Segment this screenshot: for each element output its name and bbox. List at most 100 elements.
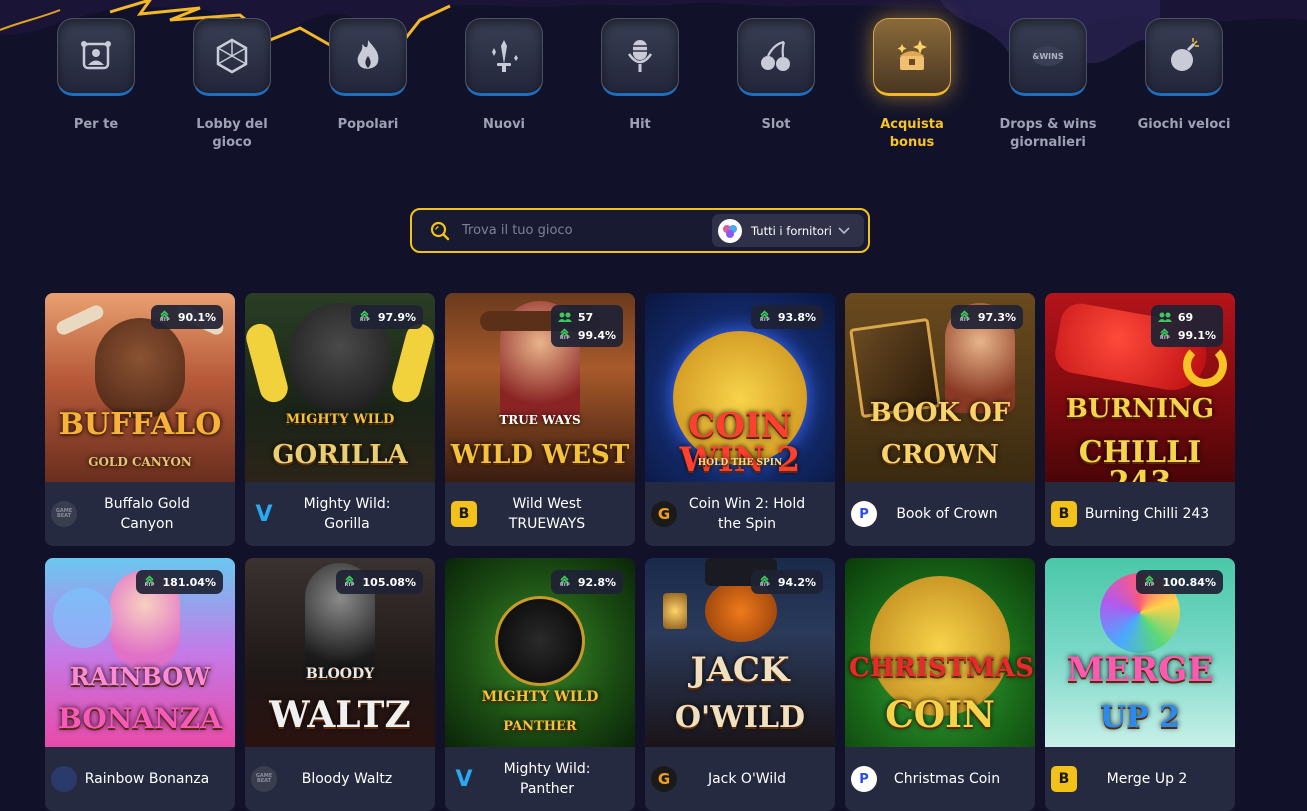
category-tile (329, 18, 407, 96)
game-card[interactable]: JACK O'WILD RTP 94.2% G Jack O'Wild (645, 558, 835, 811)
rtp-small-label: RTP (160, 318, 170, 324)
game-card[interactable]: COIN WIN 2 HOLD THE SPIN RTP 93.8% G Coin Win… (645, 293, 835, 546)
game-artwork: BOOK OF CROWN RTP 97.3% (845, 293, 1035, 482)
artwork-title-bottom: GOLD CANYON (88, 455, 192, 469)
players-icon (1157, 309, 1172, 325)
rtp-arrow-icon: RTP (158, 309, 172, 325)
artwork-title-bottom: WILD WEST (450, 440, 630, 470)
game-info: G Coin Win 2: Hold the Spin (645, 482, 835, 546)
game-info: P Christmas Coin (845, 747, 1035, 811)
category-popolari[interactable]: Popolari (300, 18, 436, 134)
category-acquista-bonus[interactable]: Acquista bonus (844, 18, 980, 152)
category-label: Nuovi (483, 117, 525, 132)
rtp-small-label: RTP (1144, 583, 1155, 589)
rtp-badge: RTP 92.8% (550, 570, 623, 594)
category-label: Slot (761, 117, 791, 132)
rtp-value: 97.3% (977, 310, 1016, 324)
provider-filter-dropdown[interactable]: Tutti i fornitori (712, 214, 864, 247)
rtp-small-label: RTP (1160, 336, 1170, 342)
rtp-arrow-icon: RTP (958, 309, 972, 325)
game-card[interactable]: CHRISTMAS COIN P Christmas Coin (845, 558, 1035, 811)
search-bar: Tutti i fornitori (410, 208, 870, 253)
category-drops-wins-giornalieri[interactable]: &WINS Drops & wins giornalieri (980, 18, 1116, 152)
rtp-small-label: RTP (960, 318, 970, 324)
game-artwork: BLOODY WALTZ RTP 105.08% (245, 558, 435, 747)
category-hit[interactable]: Hit (572, 18, 708, 134)
game-card[interactable]: MIGHTY WILD PANTHER RTP 92.8% V Mighty Wild: … (445, 558, 635, 811)
sparkle-sword-icon (492, 40, 518, 72)
rtp-value: 92.8% (577, 575, 616, 589)
category-giochi-veloci[interactable]: Giochi veloci (1116, 18, 1252, 134)
game-artwork: COIN WIN 2 HOLD THE SPIN RTP 93.8% (645, 293, 835, 482)
user-grid-icon (81, 41, 111, 70)
artwork-title-bottom: PANTHER (503, 719, 577, 734)
game-card[interactable]: TRUE WAYS WILD WEST 57 RTP 99.4% B Wild West T… (445, 293, 635, 546)
artwork-title-bottom: GORILLA (272, 440, 408, 470)
game-artwork: BUFFALO GOLD CANYON RTP 90.1% (45, 293, 235, 482)
dice-icon (216, 38, 248, 74)
rtp-small-label: RTP (144, 583, 155, 589)
category-bar: Per te Lobby del gioco Popolari Nuovi Hit Slo… (0, 18, 1307, 178)
game-info: GAME BEAT Bloody Waltz (245, 747, 435, 811)
rtp-small-label: RTP (560, 336, 570, 342)
rtp-arrow-icon: RTP (343, 574, 357, 590)
category-lobby-del-gioco[interactable]: Lobby del gioco (164, 18, 300, 152)
artwork-title-top: BLOODY (305, 666, 375, 682)
artwork-title-bottom: COIN (885, 694, 995, 736)
game-card[interactable]: BURNING CHILLI 243 69 RTP 99.1% BBurning Chil… (1045, 293, 1235, 546)
category-slot[interactable]: Slot (708, 18, 844, 134)
rtp-value: 99.4% (577, 328, 616, 342)
game-card[interactable]: BOOK OF CROWN RTP 97.3% P Book of Crown (845, 293, 1035, 546)
rtp-badge: 69 RTP 99.1% (1150, 305, 1223, 347)
artwork-title-bottom: BONANZA (58, 702, 222, 735)
artwork-title-bottom: CHILLI 243 (1078, 435, 1202, 483)
rtp-badge: RTP 90.1% (150, 305, 223, 329)
rtp-value: 90.1% (177, 310, 216, 324)
category-nuovi[interactable]: Nuovi (436, 18, 572, 134)
rtp-value: 181.04% (162, 575, 216, 589)
category-label: Drops & wins giornalieri (999, 117, 1097, 150)
drops-wins-icon: &WINS (1032, 46, 1064, 66)
rtp-small-label: RTP (344, 583, 355, 589)
game-info: Rainbow Bonanza (45, 747, 235, 811)
gamebeat-logo-text: GAME BEAT (255, 772, 273, 784)
rtp-value: 99.1% (1177, 328, 1216, 342)
artwork-title-bottom: O'WILD (674, 700, 806, 735)
artwork-title-bottom: WALTZ (269, 694, 411, 736)
game-card[interactable]: MIGHTY WILD GORILLA RTP 97.9% V Mighty Wild: … (245, 293, 435, 546)
cherries-icon (761, 40, 790, 71)
category-per-te[interactable]: Per te (28, 18, 164, 134)
category-tile (873, 18, 951, 96)
game-info: B Merge Up 2 (1045, 747, 1235, 811)
artwork-title-top: MIGHTY WILD (481, 689, 599, 705)
player-count: 69 (1177, 310, 1194, 324)
artwork-title-top: BURNING (1065, 394, 1215, 424)
rtp-arrow-icon: RTP (1143, 574, 1157, 590)
game-artwork: BURNING CHILLI 243 69 RTP 99.1% (1045, 293, 1235, 482)
game-card[interactable]: MERGE UP 2 RTP 100.84% B Merge Up 2 (1045, 558, 1235, 811)
provider-v-icon: V (255, 501, 273, 527)
category-tile: &WINS (1009, 18, 1087, 96)
provider-g-icon: G (651, 501, 677, 527)
artwork-title-bottom: HOLD THE SPIN (697, 458, 783, 468)
provider-b-icon: B (451, 501, 477, 527)
rtp-value: 100.84% (1162, 575, 1216, 589)
provider-blank-icon (51, 766, 77, 792)
rtp-badge: RTP 94.2% (750, 570, 823, 594)
game-card[interactable]: RAINBOW BONANZA RTP 181.04% Rainbow Bonanza (45, 558, 235, 811)
category-tile (465, 18, 543, 96)
category-label: Popolari (337, 117, 399, 132)
game-artwork: TRUE WAYS WILD WEST 57 RTP 99.4% (445, 293, 635, 482)
category-label: Hit (629, 117, 651, 132)
rtp-arrow-icon: RTP (758, 574, 772, 590)
search-icon (430, 221, 450, 240)
rtp-badge: RTP 93.8% (750, 305, 823, 329)
game-artwork: MIGHTY WILD PANTHER RTP 92.8% (445, 558, 635, 747)
rtp-arrow-icon: RTP (558, 327, 572, 343)
game-info: V Mighty Wild: Panther (445, 747, 635, 811)
game-card[interactable]: BUFFALO GOLD CANYON RTP 90.1% GAME BEAT Buffa… (45, 293, 235, 546)
game-info: B Wild West TRUEWAYS (445, 482, 635, 546)
microphone-icon (627, 40, 653, 72)
game-card[interactable]: BLOODY WALTZ RTP 105.08% GAME BEAT Bloody Wal… (245, 558, 435, 811)
provider-v-icon: V (455, 766, 473, 792)
